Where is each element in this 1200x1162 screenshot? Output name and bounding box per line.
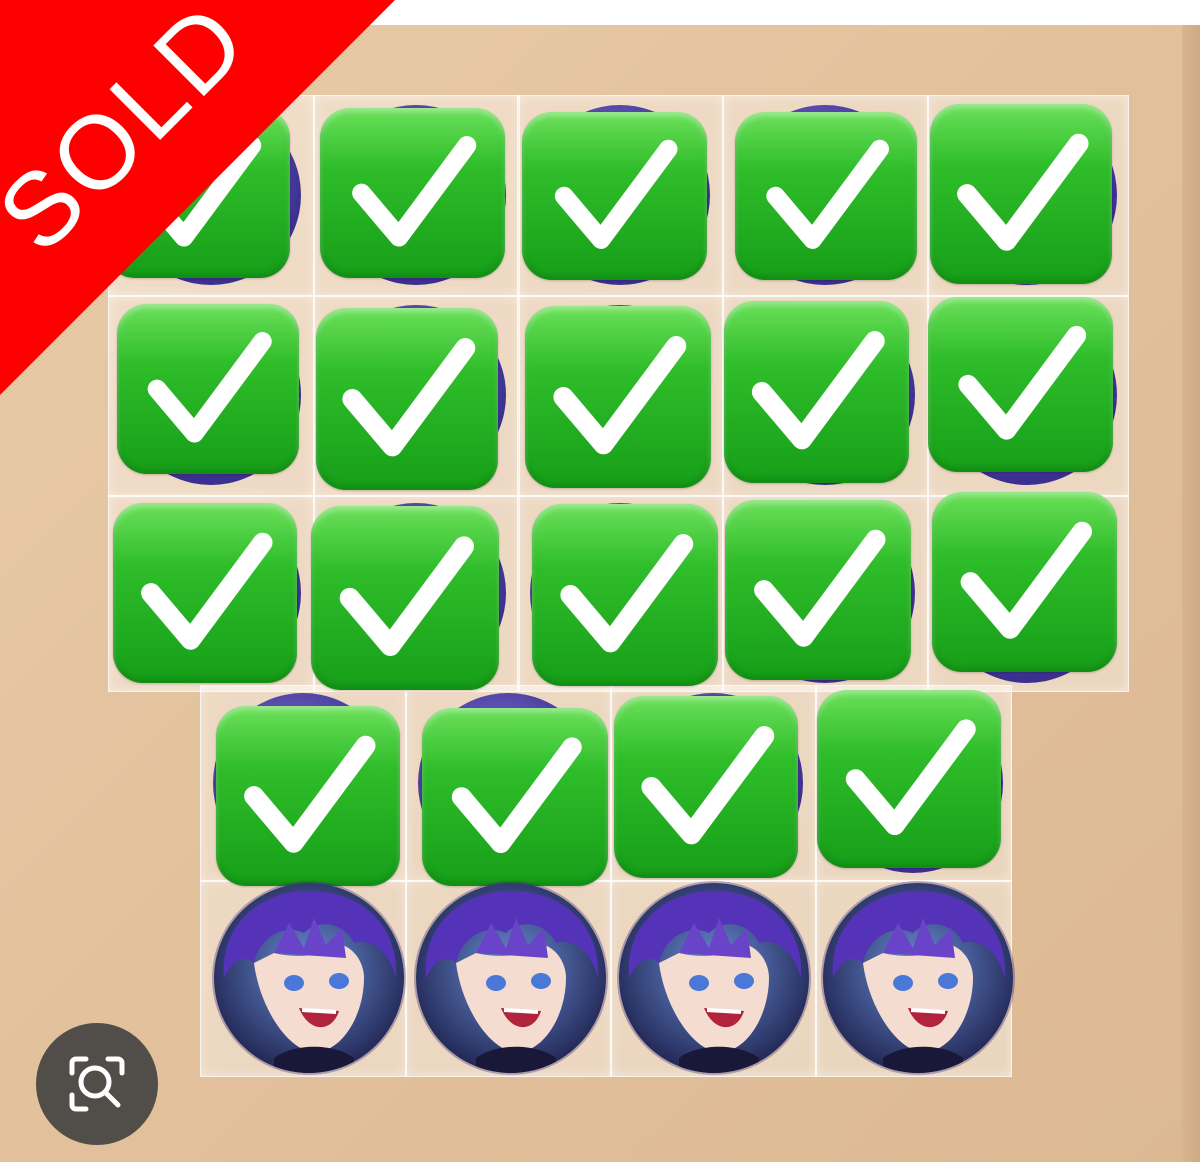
check-glyph [244, 735, 376, 853]
check-glyph [845, 719, 976, 836]
check-glyph [754, 529, 886, 647]
can-badge [619, 883, 809, 1073]
heavy-check-mark-icon [928, 297, 1113, 472]
can-badge [416, 883, 606, 1073]
heavy-check-mark-icon [817, 690, 1001, 868]
check-glyph [958, 325, 1087, 440]
image-search-button[interactable] [36, 1023, 158, 1145]
heavy-check-mark-icon [422, 708, 608, 886]
photo-edge [1182, 25, 1200, 1162]
heavy-check-mark-icon [932, 492, 1117, 672]
check-glyph [766, 139, 889, 249]
check-glyph [554, 139, 678, 249]
check-glyph [957, 133, 1089, 251]
heavy-check-mark-icon [724, 301, 909, 483]
check-glyph [751, 331, 885, 450]
heavy-check-mark-icon [735, 112, 917, 280]
check-glyph [641, 726, 775, 845]
check-glyph [960, 521, 1092, 639]
sold-banner-graphic: SOLD [0, 0, 395, 395]
check-glyph [141, 532, 273, 650]
check-glyph [553, 336, 687, 455]
heavy-check-mark-icon [311, 506, 499, 690]
heavy-check-mark-icon [522, 112, 707, 280]
can-badge [823, 883, 1013, 1073]
can-badge [214, 883, 404, 1073]
heavy-check-mark-icon [113, 503, 297, 683]
heavy-check-mark-icon [216, 706, 400, 886]
sold-banner: SOLD [0, 0, 395, 395]
heavy-check-mark-icon [532, 504, 718, 686]
check-glyph [451, 737, 582, 854]
image-search-icon [69, 1056, 125, 1112]
heavy-check-mark-icon [930, 104, 1112, 284]
check-glyph [560, 534, 694, 653]
heavy-check-mark-icon [614, 696, 798, 878]
heavy-check-mark-icon [725, 500, 911, 680]
heavy-check-mark-icon [525, 306, 711, 488]
check-glyph [339, 536, 474, 656]
